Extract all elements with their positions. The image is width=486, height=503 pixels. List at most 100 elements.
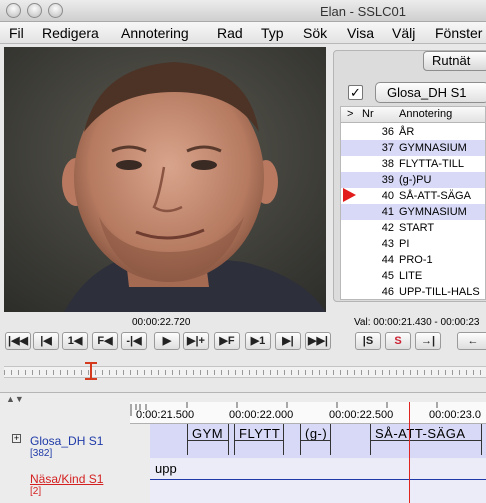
clear-selection-label: S	[394, 335, 402, 347]
tier-count-nasa: [2]	[30, 486, 42, 497]
row-annotation: LITE	[399, 270, 423, 282]
menu-annotering[interactable]: Annotering	[121, 25, 189, 41]
row-nr: 40	[381, 190, 394, 202]
table-row[interactable]: 42 START	[341, 220, 485, 236]
row-nr: 43	[381, 238, 394, 250]
one-forward-label: 1	[259, 335, 266, 347]
column-header-annotation[interactable]: Annotering	[399, 108, 452, 120]
previous-second-button[interactable]: |◀	[33, 332, 59, 350]
table-row[interactable]: 44 PRO-1	[341, 252, 485, 268]
table-row[interactable]: 38 FLYTTA-TILL	[341, 156, 485, 172]
active-row-marker-icon	[343, 188, 356, 202]
overview-ticks	[4, 370, 486, 375]
time-ruler[interactable]: 0:00:21.500 00:00:22.000 00:00:22.500 00…	[130, 402, 486, 424]
ruler-tick-label: 00:00:22.000	[229, 409, 294, 421]
title-bar: Elan - SSLC01	[0, 0, 486, 22]
tier-select[interactable]: Glosa_DH S1	[375, 82, 486, 103]
playhead-crosshair[interactable]	[409, 402, 410, 503]
row-nr: 46	[381, 286, 394, 298]
table-row[interactable]: 41 GYMNASIUM	[341, 204, 485, 220]
go-to-begin-button[interactable]: |◀◀	[5, 332, 31, 350]
row-nr: 41	[381, 206, 394, 218]
window-title: Elan - SSLC01	[320, 4, 406, 19]
next-pixel-button[interactable]: ▶|+	[183, 332, 209, 350]
row-annotation: PI	[399, 238, 410, 250]
previous-one-button[interactable]: 1◀	[62, 332, 88, 350]
frame-forward-label: F	[227, 335, 235, 347]
row-annotation: SÅ-ATT-SÄGA	[399, 190, 471, 202]
annotation-segment[interactable]: SÅ-ATT-SÄGA	[370, 424, 482, 455]
zoom-window-button[interactable]	[48, 3, 63, 18]
play-selection-button[interactable]: |S	[355, 332, 381, 350]
row-nr: 37	[381, 142, 394, 154]
menu-fil[interactable]: Fil	[9, 25, 24, 41]
row-nr: 36	[381, 126, 394, 138]
menu-visa[interactable]: Visa	[347, 25, 374, 41]
table-header: > Nr Annotering	[341, 107, 485, 123]
table-row[interactable]: 36 ÅR	[341, 124, 485, 140]
annotation-segment[interactable]: upp	[155, 461, 177, 476]
ruler-tick-label: 0:00:21.500	[136, 409, 195, 421]
table-row-active[interactable]: 40 SÅ-ATT-SÄGA	[341, 188, 485, 204]
row-annotation: PRO-1	[399, 254, 433, 266]
ruler-tick-label: 00:00:22.500	[329, 409, 394, 421]
annotation-table: > Nr Annotering 36 ÅR 37 GYMNASIUM 38 FLYTT…	[340, 106, 486, 300]
tier-row-nasa[interactable]	[150, 458, 486, 503]
row-nr: 42	[381, 222, 394, 234]
menu-redigera[interactable]: Redigera	[42, 25, 99, 41]
tier2-baseline	[150, 479, 486, 480]
expand-tier-icon[interactable]: +	[12, 434, 21, 443]
table-row[interactable]: 46 UPP-TILL-HALS	[341, 284, 485, 299]
row-annotation: START	[399, 222, 435, 234]
row-nr: 45	[381, 270, 394, 282]
tier-checkbox[interactable]: ✓	[348, 85, 363, 100]
current-time: 00:00:22.720	[132, 317, 191, 328]
column-header-nr[interactable]: Nr	[362, 108, 374, 120]
annotation-segment[interactable]: FLYTT	[234, 424, 284, 455]
row-nr: 44	[381, 254, 394, 266]
menu-valj[interactable]: Välj	[392, 25, 415, 41]
menu-rad[interactable]: Rad	[217, 25, 243, 41]
table-row[interactable]: 43 PI	[341, 236, 485, 252]
elan-window: Elan - SSLC01 Fil Redigera Annotering Ra…	[0, 0, 486, 503]
next-frame-button[interactable]: ▶F	[214, 332, 240, 350]
tier-name-nasa[interactable]: Näsa/Kind S1	[30, 472, 103, 486]
column-header-marker[interactable]: >	[347, 108, 353, 120]
one-back-label: 1	[67, 335, 74, 347]
selection-mode-button[interactable]: →|	[415, 332, 441, 350]
next-second-button[interactable]: ▶|	[275, 332, 301, 350]
go-to-end-button[interactable]: ▶▶|	[305, 332, 331, 350]
row-nr: 39	[381, 174, 394, 186]
menu-bar: Fil Redigera Annotering Rad Typ Sök Visa…	[0, 22, 486, 44]
menu-typ[interactable]: Typ	[261, 25, 284, 41]
menu-fonster[interactable]: Fönster	[435, 25, 482, 41]
clear-selection-button[interactable]: S	[385, 332, 411, 350]
previous-frame-button[interactable]: F◀	[92, 332, 118, 350]
tab-rutnat[interactable]: Rutnät	[423, 51, 486, 71]
table-row[interactable]: 45 LITE	[341, 268, 485, 284]
ruler-tick-label: 00:00:23.0	[429, 409, 481, 421]
table-row[interactable]: 37 GYMNASIUM	[341, 140, 485, 156]
next-one-button[interactable]: ▶1	[245, 332, 271, 350]
table-row[interactable]: 39 (g-)PU	[341, 172, 485, 188]
minimize-window-button[interactable]	[27, 3, 42, 18]
tier-name-glosa[interactable]: Glosa_DH S1	[30, 434, 103, 448]
previous-pixel-button[interactable]: -|◀	[121, 332, 147, 350]
scroll-left-button[interactable]: ←	[457, 332, 486, 350]
video-frame-person	[4, 47, 326, 312]
row-annotation: GYMNASIUM	[399, 206, 467, 218]
close-window-button[interactable]	[6, 3, 21, 18]
video-viewer[interactable]	[4, 47, 326, 312]
row-annotation: (g-)PU	[399, 174, 432, 186]
row-annotation: ÅR	[399, 126, 415, 138]
play-button[interactable]: ▶	[154, 332, 180, 350]
frame-back-label: F	[97, 335, 105, 347]
overview-cursor-cap-top	[85, 362, 97, 364]
overview-scrollbar[interactable]	[4, 362, 486, 380]
annotation-segment[interactable]: GYM	[187, 424, 229, 455]
annotation-segment[interactable]: (g-)	[300, 424, 331, 455]
tier-sort-arrows-icon[interactable]: ▲▼	[6, 394, 24, 404]
row-annotation: GYMNASIUM	[399, 142, 467, 154]
row-annotation: FLYTTA-TILL	[399, 158, 464, 170]
menu-sok[interactable]: Sök	[303, 25, 327, 41]
